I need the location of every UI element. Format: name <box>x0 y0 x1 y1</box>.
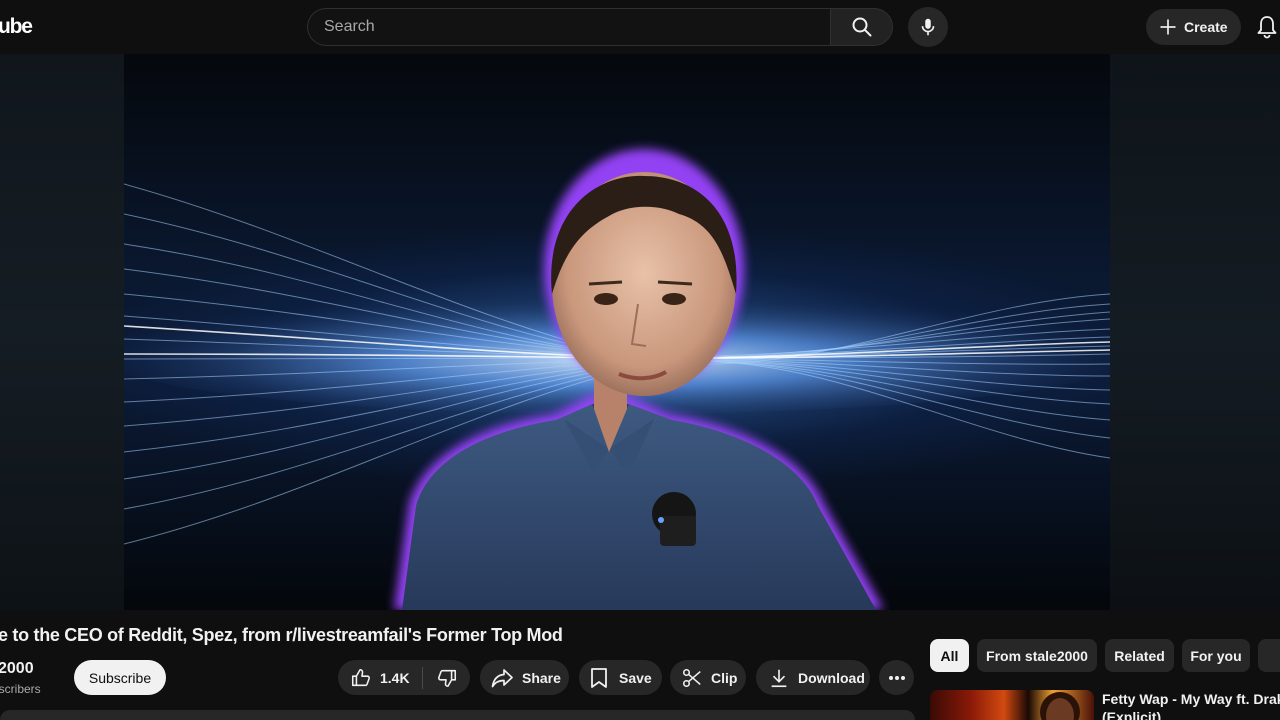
channel-name[interactable]: 2000 <box>0 660 34 678</box>
search-button[interactable] <box>830 8 893 46</box>
mic-icon <box>921 18 935 36</box>
video-title: e to the CEO of Reddit, Spez, from r/liv… <box>0 625 563 645</box>
dislike-button[interactable] <box>423 660 470 695</box>
share-button[interactable]: Share <box>480 660 569 695</box>
chip-scroll-next[interactable] <box>1258 639 1280 672</box>
create-button[interactable]: Create <box>1146 9 1241 45</box>
recommended-title-line-2: (Explicit) <box>1102 709 1162 720</box>
video-frame-image <box>124 149 1110 610</box>
subscribe-button[interactable]: Subscribe <box>74 660 166 695</box>
thumbs-down-icon <box>437 669 456 687</box>
download-icon <box>771 669 787 687</box>
chip-from-channel[interactable]: From stale2000 <box>977 639 1097 672</box>
channel-subscribers: bscribers <box>0 682 41 696</box>
save-label: Save <box>619 669 652 686</box>
clip-label: Clip <box>711 669 738 686</box>
share-label: Share <box>522 669 561 686</box>
download-button[interactable]: Download <box>756 660 870 695</box>
recommended-thumbnail-image <box>1040 692 1080 720</box>
top-bar: ube Create <box>0 0 1280 54</box>
video-player[interactable] <box>0 54 1280 610</box>
more-actions-button[interactable] <box>879 660 914 695</box>
chip-all[interactable]: All <box>930 639 969 672</box>
search-icon <box>852 17 871 37</box>
recommended-video-title[interactable]: Fetty Wap - My Way ft. Drake (Explicit) <box>1102 690 1280 720</box>
notifications-button[interactable] <box>1255 14 1279 45</box>
thumbs-up-icon <box>351 668 370 686</box>
search-box[interactable] <box>307 8 831 46</box>
plus-icon <box>1160 19 1176 35</box>
download-label: Download <box>798 669 865 686</box>
recommended-title-line-1: Fetty Wap - My Way ft. Drake <box>1102 691 1280 707</box>
save-button[interactable]: Save <box>579 660 662 695</box>
clip-button[interactable]: Clip <box>670 660 746 695</box>
bookmark-icon <box>591 667 607 688</box>
like-button[interactable]: 1.4K <box>338 660 422 695</box>
create-label: Create <box>1184 19 1228 35</box>
recommended-video-thumbnail[interactable] <box>930 690 1094 720</box>
video-frame[interactable] <box>124 54 1110 610</box>
video-letterbox-right <box>1110 54 1280 610</box>
bell-icon <box>1257 16 1277 39</box>
share-arrow-icon <box>491 668 513 687</box>
search-input[interactable] <box>308 9 831 45</box>
video-letterbox-left <box>0 54 124 610</box>
scissors-icon <box>682 668 701 687</box>
like-dislike-group: 1.4K <box>338 660 470 695</box>
description-box[interactable] <box>0 710 915 720</box>
chip-for-you[interactable]: For you <box>1182 639 1250 672</box>
more-horizontal-icon <box>888 675 905 680</box>
chip-related[interactable]: Related <box>1105 639 1174 672</box>
youtube-logo[interactable]: ube <box>0 15 33 39</box>
voice-search-button[interactable] <box>908 7 948 47</box>
like-count: 1.4K <box>380 669 410 686</box>
